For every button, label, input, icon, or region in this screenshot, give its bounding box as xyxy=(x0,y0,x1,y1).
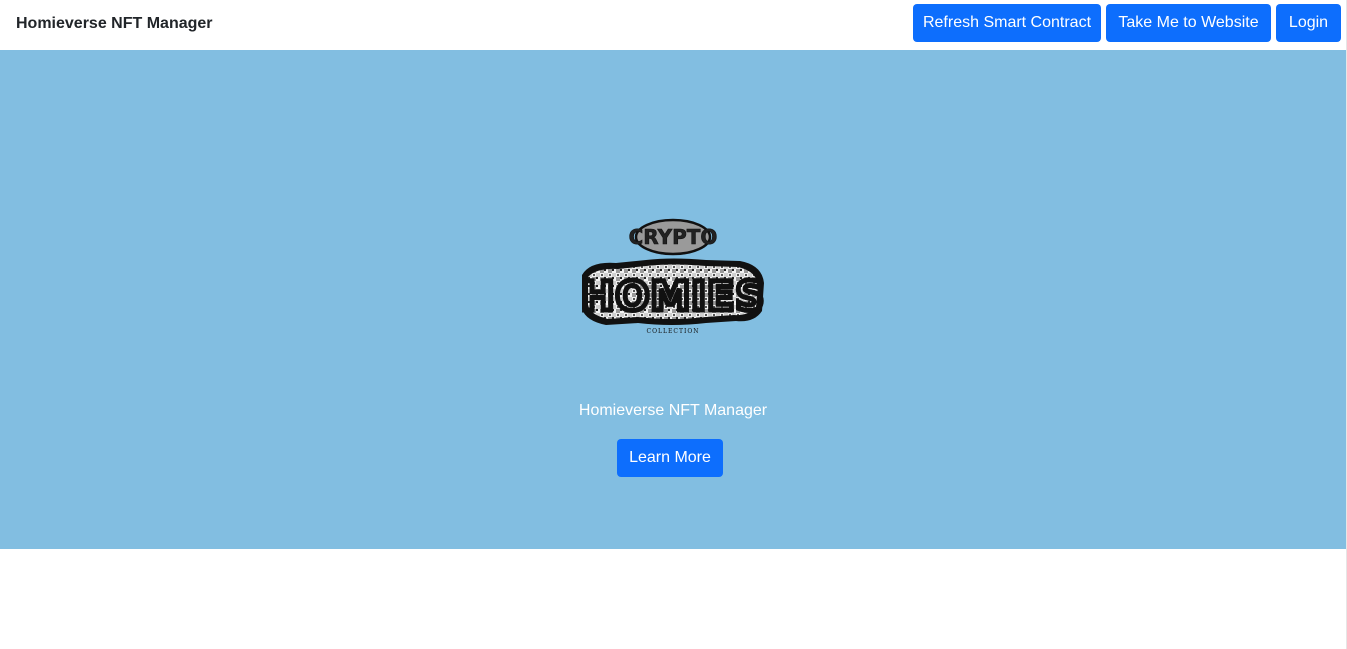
navbar-brand[interactable]: Homieverse NFT Manager xyxy=(16,14,213,34)
hero-title: Homieverse NFT Manager xyxy=(578,402,768,419)
collection-text: COLLECTION xyxy=(647,328,700,335)
take-me-to-website-button[interactable]: Take Me to Website xyxy=(1106,4,1271,42)
login-button[interactable]: Login xyxy=(1276,4,1341,42)
crypto-text: CRYPTO xyxy=(628,218,718,256)
refresh-smart-contract-button[interactable]: Refresh Smart Contract xyxy=(913,4,1101,42)
svg-text:HOMIES: HOMIES xyxy=(581,274,765,320)
crypto-homies-logo: CRYPTO HOMIES COLLECTION xyxy=(578,218,767,335)
svg-text:CRYPTO: CRYPTO xyxy=(629,225,718,249)
navbar: Homieverse NFT Manager Refresh Smart Con… xyxy=(0,0,1347,50)
learn-more-button[interactable]: Learn More xyxy=(617,439,723,477)
hero-section: CRYPTO HOMIES COLLECTION Homieverse NFT … xyxy=(0,50,1346,549)
homies-text: HOMIES xyxy=(578,258,767,325)
